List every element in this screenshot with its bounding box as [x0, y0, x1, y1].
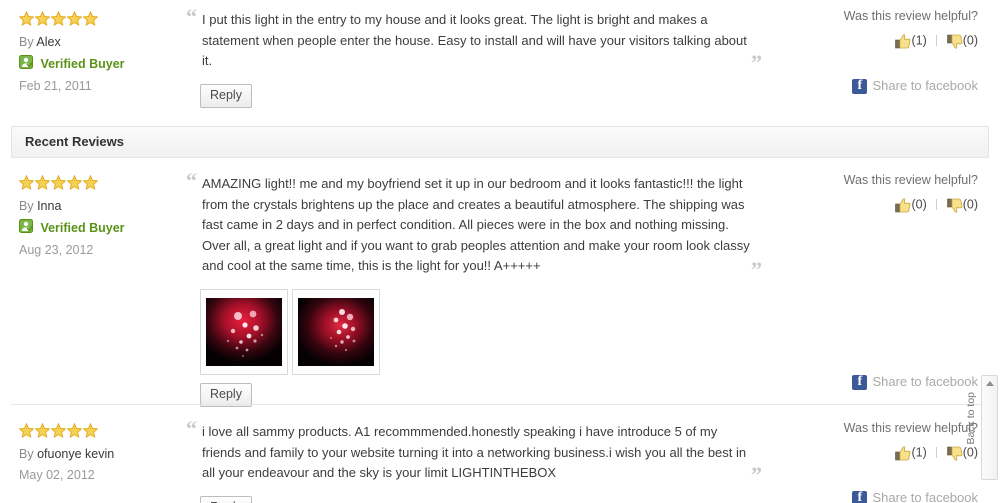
vote-row: (1) (0)	[790, 444, 978, 461]
review-text: i love all sammy products. A1 recommmend…	[202, 424, 747, 480]
vote-separator	[936, 199, 938, 211]
verified-badge-icon	[19, 55, 33, 72]
reviews-page: By Alex Verified Buyer Feb 21, 2011 “ I …	[0, 0, 1000, 503]
thumbs-down-vote[interactable]: (0)	[946, 444, 978, 461]
thumbs-down-count: (0)	[962, 34, 978, 49]
author-name: Alex	[36, 35, 61, 49]
review-text: I put this light in the entry to my hous…	[202, 12, 747, 68]
review-meta: By Inna Verified Buyer Aug 23, 2012	[0, 164, 186, 407]
helpful-question: Was this review helpful?	[843, 421, 978, 435]
facebook-icon	[852, 490, 868, 503]
reply-button[interactable]: Reply	[200, 495, 252, 503]
recent-reviews-header: Recent Reviews	[11, 126, 989, 158]
arrow-up-icon	[986, 381, 994, 386]
quote-close-icon: ”	[751, 50, 762, 75]
verified-buyer-badge: Verified Buyer	[19, 219, 186, 236]
back-to-top-label: Back to top	[965, 392, 977, 445]
verified-buyer-badge: Verified Buyer	[19, 55, 186, 72]
reply-button[interactable]: Reply	[200, 382, 252, 407]
quote-close-icon: ”	[751, 462, 762, 487]
review-meta: By Alex Verified Buyer Feb 21, 2011	[0, 0, 186, 108]
thumbs-up-vote[interactable]: (0)	[895, 196, 927, 213]
review-divider	[11, 404, 989, 405]
review-item: By Inna Verified Buyer Aug 23, 2012 “ AM…	[0, 164, 1000, 407]
review-body: “ AMAZING light!! me and my boyfriend se…	[186, 164, 790, 407]
review-body: “ I put this light in the entry to my ho…	[186, 0, 790, 108]
review-text-wrapper: “ i love all sammy products. A1 recommme…	[186, 418, 762, 486]
review-item: By Alex Verified Buyer Feb 21, 2011 “ I …	[0, 0, 1000, 108]
share-facebook-label: Share to facebook	[872, 374, 978, 390]
thumbs-up-icon	[895, 445, 911, 460]
thumbs-down-icon	[946, 34, 963, 49]
review-item: By ofuonye kevin May 02, 2012 “ i love a…	[0, 412, 1000, 503]
author-name: ofuonye kevin	[37, 447, 115, 461]
review-date: Aug 23, 2012	[19, 243, 94, 257]
share-to-facebook-button[interactable]: Share to facebook	[790, 77, 978, 95]
review-helpful-panel: Was this review helpful? (1) (0) Share t…	[790, 0, 1000, 108]
share-facebook-label: Share to facebook	[872, 78, 978, 94]
verified-buyer-label: Verified Buyer	[40, 220, 125, 235]
thumbs-down-vote[interactable]: (0)	[946, 32, 978, 49]
vote-row: (0) (0)	[790, 196, 978, 213]
review-date: Feb 21, 2011	[19, 79, 92, 93]
review-text-wrapper: “ AMAZING light!! me and my boyfriend se…	[186, 170, 762, 281]
share-to-facebook-button[interactable]: Share to facebook	[790, 489, 978, 503]
thumbs-up-icon	[895, 33, 911, 48]
share-facebook-label: Share to facebook	[872, 490, 978, 503]
quote-open-icon: “	[186, 4, 197, 29]
helpful-question: Was this review helpful?	[843, 9, 978, 23]
verified-buyer-label: Verified Buyer	[40, 56, 125, 71]
star-rating	[19, 423, 186, 438]
thumbs-up-icon	[895, 197, 911, 212]
thumbs-up-count: (0)	[911, 198, 927, 213]
reply-button[interactable]: Reply	[200, 83, 252, 108]
by-prefix: By	[19, 447, 34, 461]
vote-separator	[936, 35, 938, 47]
review-helpful-panel: Was this review helpful? (0) (0) Share t…	[790, 164, 1000, 407]
thumbs-up-vote[interactable]: (1)	[895, 32, 927, 49]
thumbs-up-vote[interactable]: (1)	[895, 444, 927, 461]
vote-separator	[936, 447, 938, 459]
back-to-top-button[interactable]: Back to top	[965, 375, 998, 480]
review-date: May 02, 2012	[19, 468, 95, 482]
author-name: Inna	[37, 199, 62, 213]
quote-open-icon: “	[186, 168, 197, 193]
by-prefix: By	[19, 35, 34, 49]
thumbs-down-count: (0)	[962, 446, 978, 461]
thumbs-up-count: (1)	[911, 34, 927, 49]
review-text: AMAZING light!! me and my boyfriend set …	[202, 176, 750, 273]
thumbs-up-count: (1)	[911, 446, 927, 461]
star-rating	[19, 11, 186, 26]
helpful-question: Was this review helpful?	[843, 173, 978, 187]
review-author: By Inna	[19, 199, 186, 213]
by-prefix: By	[19, 199, 34, 213]
review-photo-thumbnail[interactable]	[292, 288, 380, 375]
review-author: By ofuonye kevin	[19, 447, 186, 461]
review-author: By Alex	[19, 35, 186, 49]
review-photo-thumbnail[interactable]	[200, 288, 288, 375]
recent-reviews-title: Recent Reviews	[25, 134, 124, 149]
verified-badge-icon	[19, 219, 33, 236]
facebook-icon	[852, 374, 868, 390]
share-to-facebook-button[interactable]: Share to facebook	[790, 373, 978, 391]
review-photo-gallery	[200, 288, 780, 375]
review-text-wrapper: “ I put this light in the entry to my ho…	[186, 6, 762, 74]
thumbs-down-count: (0)	[962, 198, 978, 213]
red-chandelier-photo-1	[206, 297, 282, 366]
quote-close-icon: ”	[751, 257, 762, 282]
vote-row: (1) (0)	[790, 32, 978, 49]
thumbs-down-icon	[946, 446, 963, 461]
review-body: “ i love all sammy products. A1 recommme…	[186, 412, 790, 503]
facebook-icon	[852, 78, 868, 94]
thumbs-down-vote[interactable]: (0)	[946, 196, 978, 213]
thumbs-down-icon	[946, 198, 963, 213]
review-meta: By ofuonye kevin May 02, 2012	[0, 412, 186, 503]
red-chandelier-photo-2	[298, 297, 374, 366]
quote-open-icon: “	[186, 416, 197, 441]
star-rating	[19, 175, 186, 190]
